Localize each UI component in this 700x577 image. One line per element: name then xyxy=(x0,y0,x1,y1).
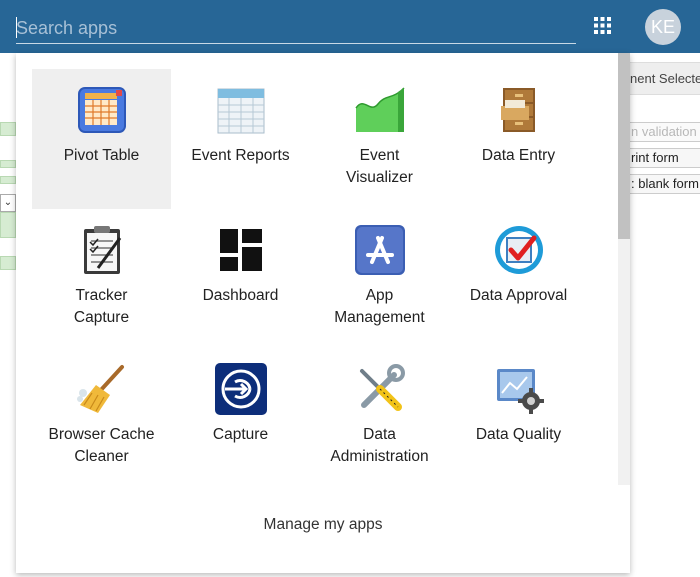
run-validation-button: n validation xyxy=(626,122,700,142)
event-reports-icon xyxy=(217,88,265,134)
app-tile-label: Data Approval xyxy=(469,287,568,304)
app-tile-capture[interactable]: Capture xyxy=(171,348,310,488)
app-tile-dashboard[interactable]: Dashboard xyxy=(171,209,310,349)
text-cursor xyxy=(16,17,17,38)
app-tile-data-quality[interactable]: Data Quality xyxy=(449,348,588,488)
background-field xyxy=(0,256,16,270)
user-avatar[interactable]: KE xyxy=(645,9,681,45)
dashboard-icon xyxy=(220,229,262,271)
browser-cache-cleaner-icon xyxy=(77,365,124,413)
apps-menu-popover: Pivot Table Event Reports Event Visualiz… xyxy=(16,53,630,573)
apps-grid-icon[interactable] xyxy=(594,17,611,34)
background-field xyxy=(0,176,16,184)
app-tile-label: Capture xyxy=(212,426,269,443)
print-blank-form-button[interactable]: : blank form xyxy=(626,174,700,194)
tracker-capture-icon xyxy=(84,226,122,274)
app-tile-event-reports[interactable]: Event Reports xyxy=(171,69,310,209)
app-tile-label: Dashboard xyxy=(202,287,279,304)
data-entry-icon xyxy=(501,88,535,132)
pivot-table-icon xyxy=(78,87,126,133)
background-panel: nent Selecte xyxy=(626,62,700,95)
print-form-button[interactable]: rint form xyxy=(626,148,700,168)
header-bar: KE xyxy=(0,0,700,53)
data-quality-icon xyxy=(497,369,544,414)
app-tile-label: Tracker Capture xyxy=(73,287,130,326)
event-visualizer-icon xyxy=(355,87,405,132)
app-tile-label: Data Entry xyxy=(481,147,556,164)
app-tile-data-approval[interactable]: Data Approval xyxy=(449,209,588,349)
app-tile-event-visualizer[interactable]: Event Visualizer xyxy=(310,69,449,209)
app-management-icon xyxy=(355,225,405,275)
app-tile-label: Event Reports xyxy=(191,147,290,164)
app-tile-label: App Management xyxy=(334,287,425,326)
app-tile-label: Pivot Table xyxy=(63,147,140,164)
app-tile-label: Data Administration xyxy=(330,426,429,465)
app-tile-label: Event Visualizer xyxy=(346,147,413,186)
search-apps-input[interactable] xyxy=(16,14,576,44)
app-tile-app-management[interactable]: App Management xyxy=(310,209,449,349)
data-approval-icon xyxy=(495,226,543,274)
background-field xyxy=(0,122,16,136)
background-panel-text: nent Selecte xyxy=(630,71,700,86)
app-tile-label: Data Quality xyxy=(475,426,562,443)
capture-icon xyxy=(215,363,267,415)
manage-my-apps-link[interactable]: Manage my apps xyxy=(16,516,630,534)
app-tile-data-administration[interactable]: Data Administration xyxy=(310,348,449,488)
app-tile-pivot-table[interactable]: Pivot Table xyxy=(32,69,171,209)
app-tile-tracker-capture[interactable]: Tracker Capture xyxy=(32,209,171,349)
data-administration-icon xyxy=(360,364,405,411)
app-tile-label: Browser Cache Cleaner xyxy=(48,426,155,465)
app-tile-browser-cache-cleaner[interactable]: Browser Cache Cleaner xyxy=(32,348,171,488)
background-select[interactable]: ⌄ xyxy=(0,194,16,212)
background-field xyxy=(0,212,16,238)
apps-scrollbar-thumb[interactable] xyxy=(618,53,630,239)
background-field xyxy=(0,160,16,168)
app-tile-data-entry[interactable]: Data Entry xyxy=(449,69,588,209)
